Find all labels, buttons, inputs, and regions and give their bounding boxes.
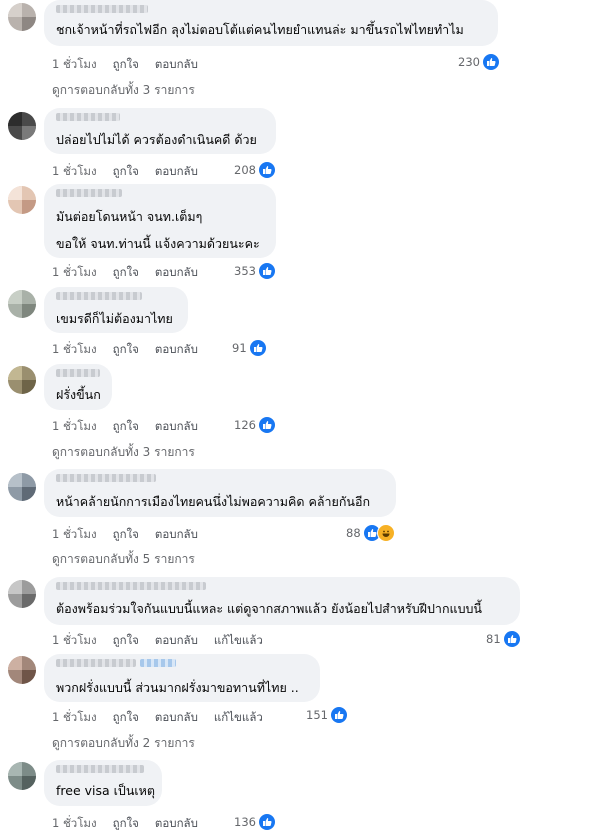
reaction-count[interactable]: 136 bbox=[234, 814, 275, 830]
comment-time[interactable]: 1 ชั่วโมง bbox=[52, 633, 97, 647]
reaction-count[interactable]: 81 bbox=[486, 631, 520, 647]
avatar[interactable] bbox=[8, 762, 36, 790]
like-button[interactable]: ถูกใจ bbox=[113, 816, 139, 830]
comment-actions: 1 ชั่วโมง ถูกใจ ตอบกลับ แก้ไขแล้ว bbox=[52, 632, 279, 650]
comment-time[interactable]: 1 ชั่วโมง bbox=[52, 342, 97, 356]
comment-text: ฝรั่งขี้นก bbox=[56, 387, 101, 402]
edited-label: แก้ไขแล้ว bbox=[213, 710, 263, 724]
comment-time[interactable]: 1 ชั่วโมง bbox=[52, 527, 97, 541]
commenter-name-blurred[interactable] bbox=[56, 113, 120, 121]
comment-bubble: free visa เป็นเหตุ bbox=[44, 760, 162, 806]
reply-button[interactable]: ตอบกลับ bbox=[155, 342, 198, 356]
avatar[interactable] bbox=[8, 3, 36, 31]
like-button[interactable]: ถูกใจ bbox=[113, 342, 139, 356]
comment-bubble: พวกฝรั่งแบบนี้ ส่วนมากฝรั่งมาขอทานที่ไทย… bbox=[44, 654, 320, 702]
reaction-count[interactable]: 91 bbox=[232, 340, 266, 356]
view-replies-link[interactable]: ดูการตอบกลับทั้ง 2 รายการ bbox=[52, 734, 195, 753]
comment-actions: 1 ชั่วโมง ถูกใจ ตอบกลับ bbox=[52, 264, 214, 282]
like-icon bbox=[258, 417, 275, 433]
commenter-name-blurred[interactable] bbox=[56, 189, 122, 197]
like-button[interactable]: ถูกใจ bbox=[113, 710, 139, 724]
comment-actions: 1 ชั่วโมง ถูกใจ ตอบกลับ bbox=[52, 56, 214, 74]
reaction-count[interactable]: 88 bbox=[346, 524, 395, 542]
like-button[interactable]: ถูกใจ bbox=[113, 419, 139, 433]
comment-text: free visa เป็นเหตุ bbox=[56, 783, 156, 798]
reply-button[interactable]: ตอบกลับ bbox=[155, 164, 198, 178]
comment-text: ชกเจ้าหน้าที่รถไฟอีก ลุงไม่ตอบโต้แต่คนไท… bbox=[56, 22, 464, 37]
avatar[interactable] bbox=[8, 186, 36, 214]
commenter-name-blurred[interactable] bbox=[56, 659, 136, 667]
like-button[interactable]: ถูกใจ bbox=[113, 527, 139, 541]
comment-text: ต้องพร้อมร่วมใจกันแบบนี้แหละ แต่ดูจากสภา… bbox=[56, 601, 482, 616]
like-icon bbox=[258, 814, 275, 830]
edited-label: แก้ไขแล้ว bbox=[213, 633, 263, 647]
reaction-count[interactable]: 230 bbox=[458, 54, 499, 70]
comment-time[interactable]: 1 ชั่วโมง bbox=[52, 164, 97, 178]
comment-bubble: ชกเจ้าหน้าที่รถไฟอีก ลุงไม่ตอบโต้แต่คนไท… bbox=[44, 0, 498, 46]
comment-time[interactable]: 1 ชั่วโมง bbox=[52, 710, 97, 724]
comment-text: เขมรดีก็ไม่ต้องมาไทย bbox=[56, 311, 173, 326]
reply-button[interactable]: ตอบกลับ bbox=[155, 419, 198, 433]
commenter-name-blurred[interactable] bbox=[56, 582, 206, 590]
commenter-name-blurred[interactable] bbox=[56, 292, 142, 300]
like-button[interactable]: ถูกใจ bbox=[113, 633, 139, 647]
comment-time[interactable]: 1 ชั่วโมง bbox=[52, 265, 97, 279]
comment-bubble: ฝรั่งขี้นก bbox=[44, 364, 112, 410]
avatar[interactable] bbox=[8, 656, 36, 684]
avatar[interactable] bbox=[8, 473, 36, 501]
like-icon bbox=[249, 340, 266, 356]
comment-bubble: เขมรดีก็ไม่ต้องมาไทย bbox=[44, 287, 188, 333]
reply-button[interactable]: ตอบกลับ bbox=[155, 816, 198, 830]
view-replies-link[interactable]: ดูการตอบกลับทั้ง 3 รายการ bbox=[52, 443, 195, 462]
reaction-count[interactable]: 151 bbox=[306, 707, 347, 723]
comment-bubble: หน้าคล้ายนักการเมืองไทยคนนึ่งไม่พอความคิ… bbox=[44, 469, 396, 517]
reaction-count[interactable]: 353 bbox=[234, 263, 275, 279]
reply-button[interactable]: ตอบกลับ bbox=[155, 527, 198, 541]
view-replies-link[interactable]: ดูการตอบกลับทั้ง 3 รายการ bbox=[52, 81, 195, 100]
comment-actions: 1 ชั่วโมง ถูกใจ ตอบกลับ bbox=[52, 815, 214, 833]
comment-text: ขอให้ จนท.ท่านนี้ แจ้งความด้วยนะคะ bbox=[56, 236, 260, 251]
reaction-count[interactable]: 208 bbox=[234, 162, 275, 178]
comment-actions: 1 ชั่วโมง ถูกใจ ตอบกลับ bbox=[52, 418, 214, 436]
comment-actions: 1 ชั่วโมง ถูกใจ ตอบกลับ bbox=[52, 341, 214, 359]
like-button[interactable]: ถูกใจ bbox=[113, 164, 139, 178]
comment-time[interactable]: 1 ชั่วโมง bbox=[52, 816, 97, 830]
comment-text: หน้าคล้ายนักการเมืองไทยคนนึ่งไม่พอความคิ… bbox=[56, 494, 371, 509]
commenter-name-blurred[interactable] bbox=[56, 474, 156, 482]
reply-button[interactable]: ตอบกลับ bbox=[155, 265, 198, 279]
comment-actions: 1 ชั่วโมง ถูกใจ ตอบกลับ แก้ไขแล้ว bbox=[52, 709, 279, 727]
reaction-count[interactable]: 126 bbox=[234, 417, 275, 433]
comment-time[interactable]: 1 ชั่วโมง bbox=[52, 419, 97, 433]
comment-bubble: มันต่อยโดนหน้า จนท.เต็มๆ ขอให้ จนท.ท่านน… bbox=[44, 184, 276, 258]
reply-button[interactable]: ตอบกลับ bbox=[155, 633, 198, 647]
comment-bubble: ปล่อยไปไม่ได้ ควรต้องดำเนินคดี ด้วย bbox=[44, 108, 276, 154]
reply-button[interactable]: ตอบกลับ bbox=[155, 710, 198, 724]
comment-actions: 1 ชั่วโมง ถูกใจ ตอบกลับ bbox=[52, 163, 214, 181]
like-button[interactable]: ถูกใจ bbox=[113, 57, 139, 71]
haha-icon bbox=[376, 524, 395, 542]
comment-text: พวกฝรั่งแบบนี้ ส่วนมากฝรั่งมาขอทานที่ไทย… bbox=[56, 680, 299, 695]
avatar[interactable] bbox=[8, 112, 36, 140]
comment-time[interactable]: 1 ชั่วโมง bbox=[52, 57, 97, 71]
view-replies-link[interactable]: ดูการตอบกลับทั้ง 5 รายการ bbox=[52, 550, 195, 569]
comment-text: มันต่อยโดนหน้า จนท.เต็มๆ bbox=[56, 209, 203, 224]
comment-actions: 1 ชั่วโมง ถูกใจ ตอบกลับ bbox=[52, 526, 214, 544]
avatar[interactable] bbox=[8, 580, 36, 608]
avatar[interactable] bbox=[8, 290, 36, 318]
commenter-name-blurred[interactable] bbox=[56, 765, 144, 773]
like-icon bbox=[503, 631, 520, 647]
like-button[interactable]: ถูกใจ bbox=[113, 265, 139, 279]
reply-button[interactable]: ตอบกลับ bbox=[155, 57, 198, 71]
commenter-name-blurred[interactable] bbox=[56, 369, 100, 377]
comment-text: ปล่อยไปไม่ได้ ควรต้องดำเนินคดี ด้วย bbox=[56, 132, 257, 147]
like-icon bbox=[482, 54, 499, 70]
like-icon bbox=[258, 162, 275, 178]
like-icon bbox=[330, 707, 347, 723]
like-icon bbox=[258, 263, 275, 279]
avatar[interactable] bbox=[8, 366, 36, 394]
commenter-name-blurred[interactable] bbox=[56, 5, 148, 13]
commenter-name-blurred[interactable] bbox=[140, 659, 176, 667]
comment-bubble: ต้องพร้อมร่วมใจกันแบบนี้แหละ แต่ดูจากสภา… bbox=[44, 577, 520, 625]
